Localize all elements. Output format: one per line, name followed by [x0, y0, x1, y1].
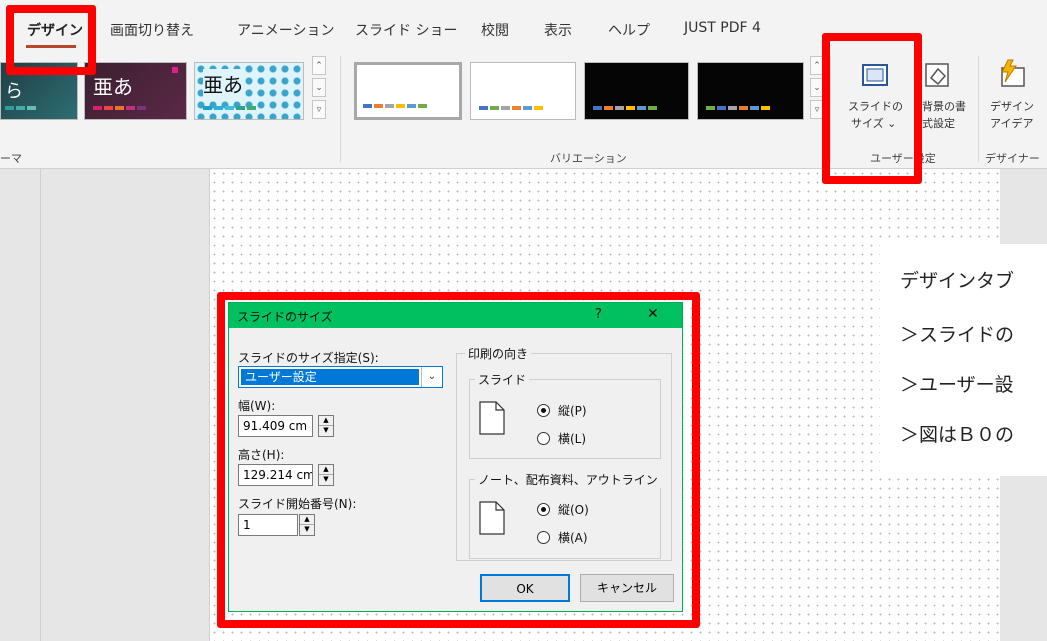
highlight-slide-size-button [822, 33, 922, 184]
group-separator [978, 56, 979, 162]
design-ideas-label-2: アイデア [990, 117, 1034, 130]
format-background-label-2: 式設定 [922, 117, 955, 130]
highlight-slide-size-dialog [217, 292, 700, 628]
group-separator [340, 56, 341, 162]
design-ideas-label-1: デザイン [990, 100, 1034, 113]
tab-transitions[interactable]: 画面切り替え [110, 20, 194, 40]
highlight-design-tab [6, 5, 96, 75]
format-background-label-1: 背景の書 [922, 100, 966, 113]
annotation-line: ＞ユーザー設 [900, 374, 1014, 396]
themes-group-label: ーマ [0, 152, 22, 165]
tab-help[interactable]: ヘルプ [608, 20, 650, 40]
tab-animations[interactable]: アニメーション [237, 20, 334, 40]
theme-sample-text: 亜あ [93, 75, 133, 99]
theme-scroll-down[interactable]: ⌄ [312, 78, 326, 97]
format-background-icon [925, 63, 949, 87]
annotation-line: ＞図はＢ０の [900, 424, 1015, 446]
tab-review[interactable]: 校閲 [481, 20, 509, 40]
thumbnail-pane[interactable] [0, 169, 41, 641]
tab-slideshow[interactable]: スライド ショー [355, 20, 457, 40]
annotation-line: ＞スライドの [900, 324, 1015, 346]
design-ideas-icon [1001, 59, 1025, 87]
format-background-button[interactable]: 背景の書 式設定 [916, 54, 974, 146]
designer-group-label: デザイナー [985, 152, 1040, 165]
theme-thumbnail-2[interactable]: 亜あ [84, 62, 187, 120]
variations-group-label: バリエーション [550, 152, 627, 165]
theme-sample-text: 亜あ [203, 69, 243, 98]
theme-scroll-up[interactable]: ⌃ [312, 56, 326, 75]
theme-more[interactable]: ▿ [312, 100, 326, 119]
tab-just-pdf[interactable]: JUST PDF 4 [684, 20, 761, 36]
annotation-line: デザインタブ [900, 270, 1015, 292]
design-ideas-button[interactable]: デザイン アイデア [984, 54, 1044, 146]
variation-thumbnail-2[interactable] [470, 62, 576, 120]
theme-thumbnail-3[interactable]: 亜あ [194, 62, 304, 120]
variation-thumbnail-4[interactable] [697, 62, 804, 120]
tab-view[interactable]: 表示 [544, 20, 572, 40]
annotation-text-box: デザインタブ ＞スライドの ＞ユーザー設 ＞図はＢ０の [880, 244, 1047, 476]
variation-thumbnail-3[interactable] [584, 62, 689, 120]
variation-thumbnail-1[interactable] [354, 62, 462, 120]
